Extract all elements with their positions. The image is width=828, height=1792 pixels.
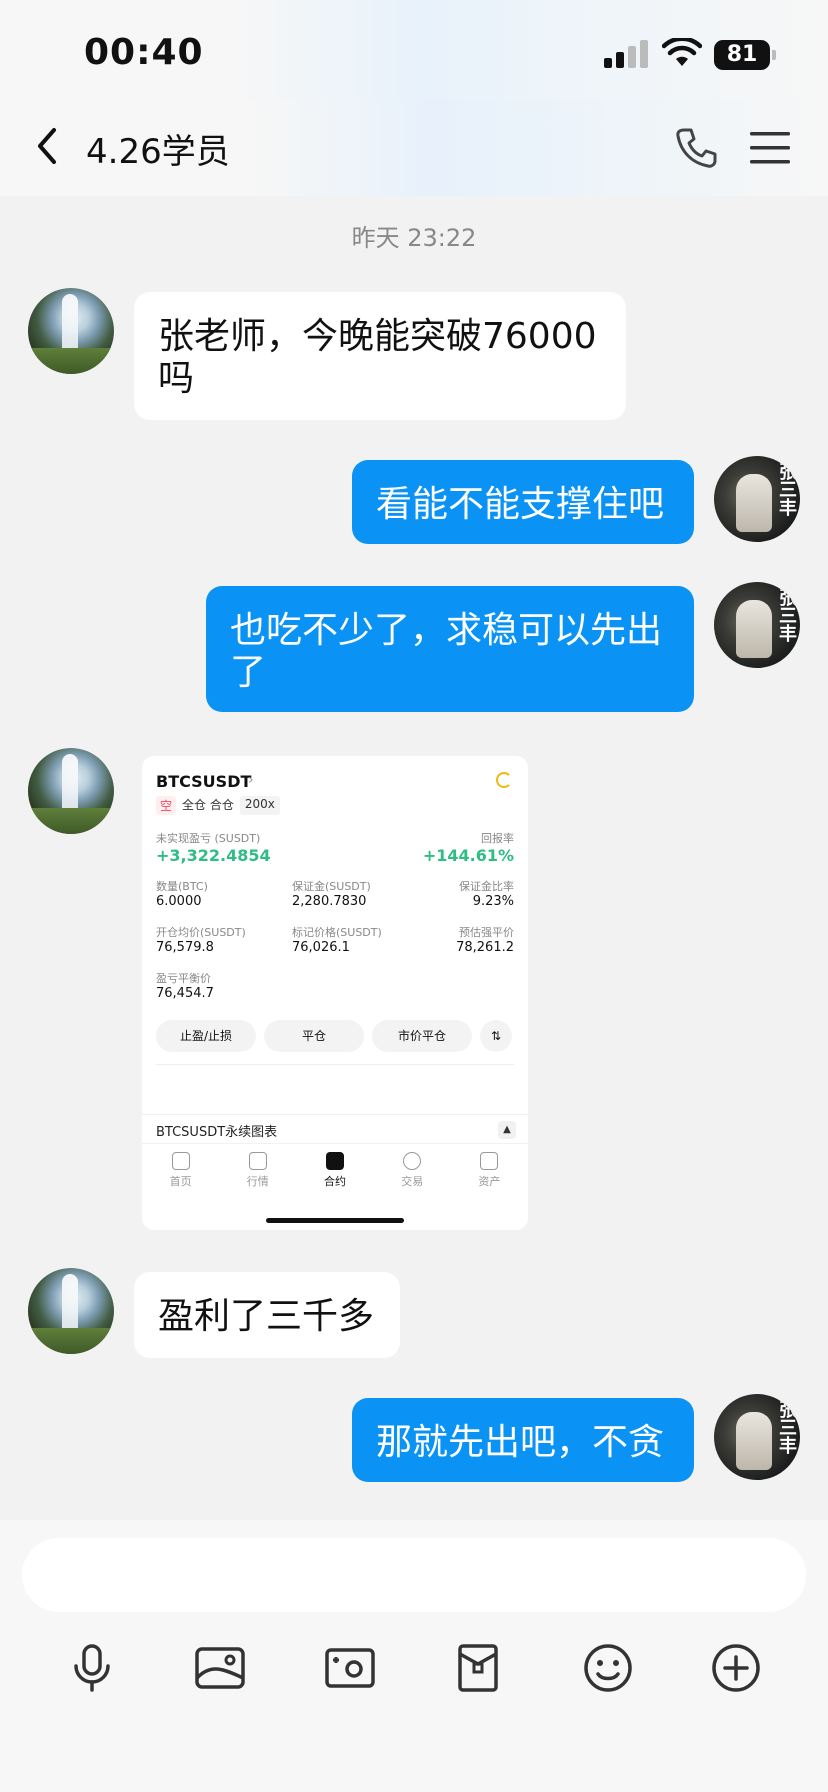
trade-icon — [403, 1152, 422, 1170]
home-indicator — [266, 1218, 404, 1223]
battery-indicator: 81 — [714, 40, 776, 70]
roi-value: +144.61% — [422, 846, 514, 865]
mark-price-label: 标记价格(SUSDT) — [292, 926, 382, 939]
message-bubble[interactable]: 盈利了三千多 — [134, 1272, 400, 1358]
status-time: 00:40 — [84, 32, 204, 73]
tab-label: 行情 — [246, 1175, 269, 1188]
mark-price-value: 76,026.1 — [292, 940, 350, 955]
tab-label: 资产 — [478, 1175, 501, 1188]
message-bubble[interactable]: 那就先出吧，不贪 — [352, 1398, 694, 1482]
short-tag: 空 — [156, 796, 177, 815]
status-bar: 00:40 81 — [0, 0, 828, 100]
perp-chart-bar: BTCSUSDT永续图表 ▲ — [142, 1114, 528, 1144]
message-bubble[interactable]: 张老师，今晚能突破76000吗 — [134, 292, 626, 420]
chat-header: 4.26学员 — [0, 100, 828, 196]
contact-avatar[interactable] — [28, 1268, 114, 1354]
margin-ratio-value: 9.23% — [472, 894, 514, 909]
wallet-icon — [480, 1152, 499, 1170]
phone-icon[interactable] — [674, 126, 718, 170]
divider — [156, 1064, 514, 1065]
my-avatar[interactable]: 张三丰 — [714, 1394, 800, 1480]
message-bubble[interactable]: 看能不能支撑住吧 — [352, 460, 694, 544]
camera-icon[interactable] — [322, 1640, 378, 1696]
menu-icon[interactable] — [748, 128, 792, 168]
contact-avatar[interactable] — [28, 288, 114, 374]
margin-ratio-label: 保证金比率 — [459, 880, 514, 893]
signal-icon — [604, 40, 648, 68]
image-message-trade-screenshot[interactable]: BTCSUSDT › 空 全仓 合仓 200x 未实现盈亏 (SUSDT) +3… — [142, 756, 528, 1230]
message-input[interactable] — [22, 1538, 806, 1612]
breakeven-value: 76,454.7 — [156, 986, 214, 1001]
swap-arrows-icon: ⇅ — [480, 1020, 512, 1052]
caret-up-icon: ▲ — [498, 1121, 516, 1139]
red-packet-icon[interactable] — [450, 1640, 506, 1696]
avatar-name: 张三丰 — [776, 588, 797, 642]
margin-value: 2,280.7830 — [292, 894, 367, 909]
pnl-label: 未实现盈亏 (SUSDT) — [156, 832, 261, 845]
chat-title: 4.26学员 — [86, 132, 230, 172]
margin-label: 保证金(SUSDT) — [292, 880, 371, 893]
entry-price-label: 开仓均价(SUSDT) — [156, 926, 246, 939]
home-icon — [171, 1152, 190, 1170]
close-position-button: 平仓 — [264, 1020, 364, 1052]
wifi-icon — [662, 38, 702, 66]
liq-price-label: 预估强平价 — [459, 926, 514, 939]
microphone-icon[interactable] — [64, 1640, 120, 1696]
tab-market: 行情 — [219, 1152, 296, 1200]
tab-trade: 交易 — [374, 1152, 451, 1200]
tab-label: 合约 — [324, 1175, 346, 1188]
my-avatar[interactable]: 张三丰 — [714, 582, 800, 668]
contract-icon — [326, 1152, 344, 1170]
breakeven-label: 盈亏平衡价 — [156, 972, 211, 985]
contact-avatar[interactable] — [28, 748, 114, 834]
leverage-tag: 200x — [239, 796, 280, 815]
tab-contract: 合约 — [296, 1152, 373, 1200]
emoji-icon[interactable] — [580, 1640, 636, 1696]
tab-label: 交易 — [401, 1175, 424, 1188]
app-tab-bar: 首页 行情 合约 交易 资产 — [142, 1152, 528, 1200]
avatar-name: 张三丰 — [776, 1400, 797, 1454]
trade-symbol: BTCSUSDT — [156, 772, 252, 791]
image-icon[interactable] — [192, 1640, 248, 1696]
position-tags: 空 全仓 合仓 200x — [156, 796, 280, 815]
refresh-icon — [496, 772, 512, 788]
perp-chart-label: BTCSUSDT永续图表 — [156, 1125, 278, 1140]
message-timestamp: 昨天 23:22 — [351, 224, 477, 252]
chevron-right-icon: › — [248, 772, 254, 788]
entry-price-value: 76,579.8 — [156, 940, 214, 955]
plus-icon[interactable] — [708, 1640, 764, 1696]
market-close-button: 市价平仓 — [372, 1020, 472, 1052]
tab-label: 首页 — [169, 1175, 192, 1188]
tab-assets: 资产 — [451, 1152, 528, 1200]
qty-label: 数量(BTC) — [156, 880, 208, 893]
tp-sl-button: 止盈/止损 — [156, 1020, 256, 1052]
message-composer — [0, 1520, 828, 1792]
qty-value: 6.0000 — [156, 894, 202, 909]
margin-mode-tag: 全仓 合仓 — [182, 798, 234, 812]
liq-price-value: 78,261.2 — [456, 940, 514, 955]
message-bubble[interactable]: 也吃不少了，求稳可以先出了 — [206, 586, 694, 712]
roi-label: 回报率 — [481, 832, 514, 845]
my-avatar[interactable]: 张三丰 — [714, 456, 800, 542]
tab-home: 首页 — [142, 1152, 219, 1200]
avatar-name: 张三丰 — [776, 462, 797, 516]
market-icon — [248, 1152, 267, 1170]
pnl-value: +3,322.4854 — [156, 846, 271, 865]
back-icon[interactable] — [30, 122, 66, 170]
